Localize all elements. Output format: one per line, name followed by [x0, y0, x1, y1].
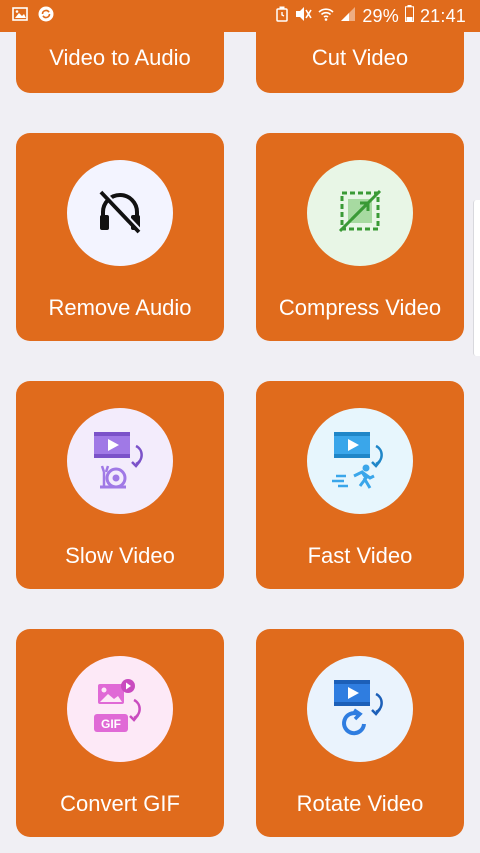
wifi-icon — [318, 6, 334, 27]
tool-card-slow-video[interactable]: Slow Video — [16, 381, 224, 589]
gif-icon: GIF — [90, 676, 150, 743]
clock: 21:41 — [419, 5, 466, 26]
battery-icon — [404, 5, 414, 27]
tool-card-fast-video[interactable]: Fast Video — [256, 381, 464, 589]
tool-label: Convert GIF — [60, 791, 180, 816]
scrollbar[interactable] — [473, 200, 480, 356]
tool-card-convert-gif[interactable]: GIF Convert GIF — [16, 629, 224, 837]
icon-circle — [307, 656, 413, 762]
battery-percent: 29% — [362, 5, 399, 26]
tool-card-compress-video[interactable]: Compress Video — [256, 133, 464, 341]
alarm-icon — [276, 6, 289, 27]
tool-label: Remove Audio — [48, 295, 192, 320]
signal-icon — [340, 6, 356, 27]
tool-label: Video to Audio — [49, 45, 191, 70]
tool-label: Compress Video — [278, 295, 442, 320]
rotate-video-icon — [330, 676, 390, 743]
svg-text:GIF: GIF — [101, 717, 121, 731]
tool-card-rotate-video[interactable]: Rotate Video — [256, 629, 464, 837]
running-video-icon — [330, 428, 390, 495]
tool-card-remove-audio[interactable]: Remove Audio — [16, 133, 224, 341]
tool-label: Fast Video — [307, 543, 413, 568]
tool-label: Slow Video — [65, 543, 175, 568]
sync-icon — [38, 6, 54, 27]
headphones-off-icon — [95, 188, 145, 239]
icon-circle — [67, 160, 173, 266]
tool-label: Rotate Video — [296, 791, 424, 816]
icon-circle — [307, 408, 413, 514]
tool-label: Cut Video — [311, 45, 409, 70]
icon-circle — [67, 408, 173, 514]
icon-circle: GIF — [67, 656, 173, 762]
icon-circle — [307, 160, 413, 266]
image-icon — [12, 6, 28, 26]
status-bar: 29% 21:41 — [0, 0, 480, 32]
compress-icon — [334, 185, 386, 242]
snail-video-icon — [90, 428, 150, 495]
mute-icon — [294, 6, 312, 27]
